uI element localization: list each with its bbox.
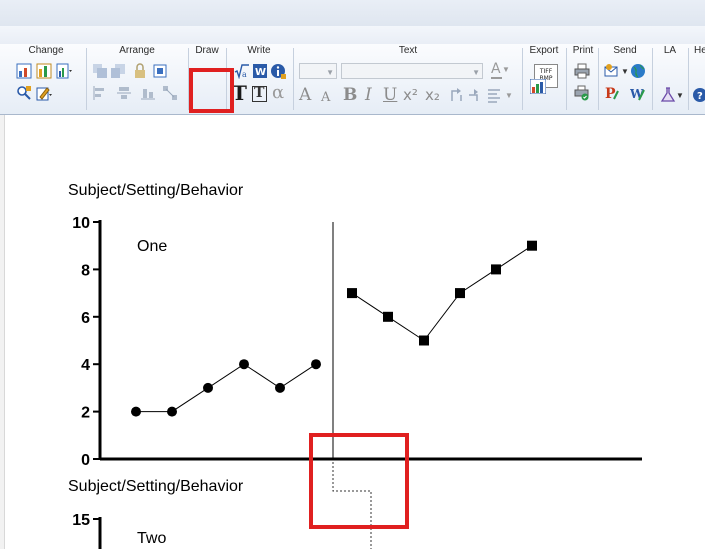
phase-line-highlight	[309, 433, 409, 529]
chart2-panel-label: Two	[137, 530, 166, 547]
y-tick-label: 15	[72, 512, 90, 529]
draw-tool-highlight	[189, 68, 234, 113]
